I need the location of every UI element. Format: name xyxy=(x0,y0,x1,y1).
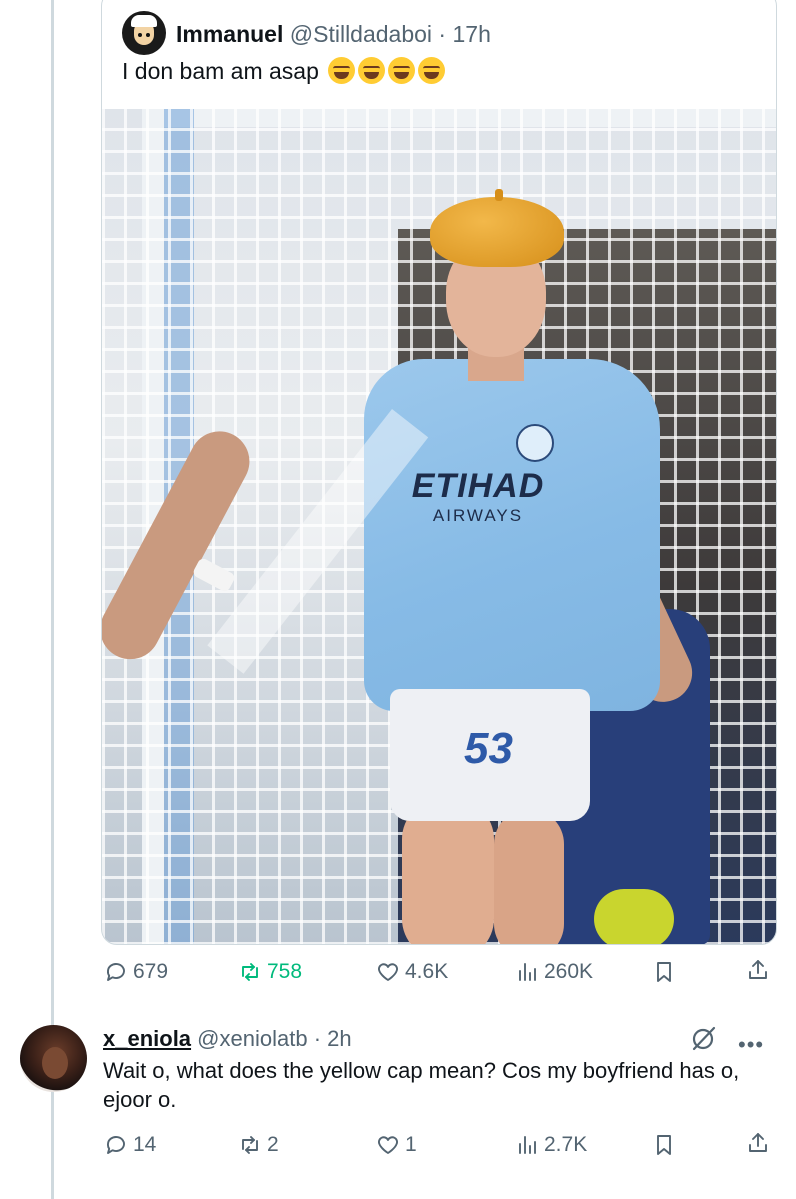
bar-chart-icon xyxy=(519,963,536,981)
quoted-tweet-card[interactable]: Immanuel @Stilldadaboi · 17h I don bam a… xyxy=(101,0,777,945)
heart-icon xyxy=(378,1136,398,1154)
tweet-time[interactable]: 17h xyxy=(453,21,491,47)
heart-icon xyxy=(378,963,398,981)
views-button[interactable]: 2.7K xyxy=(515,1133,587,1157)
reply-button[interactable]: 14 xyxy=(104,1133,156,1157)
reply-author-name[interactable]: x_eniola xyxy=(103,1026,191,1051)
bookmark-button[interactable] xyxy=(652,1133,681,1157)
yellow-beret xyxy=(430,197,564,267)
player-figure: ETIHAD AIRWAYS 53 xyxy=(102,109,776,944)
speech-bubble-icon xyxy=(107,1136,125,1154)
crying-emoji-icon xyxy=(418,57,446,84)
speech-bubble-icon xyxy=(107,963,125,981)
tweet-text: I don bam am asap xyxy=(122,58,319,84)
bookmark-button[interactable] xyxy=(652,960,681,984)
views-count: 260K xyxy=(544,960,594,983)
meta-separator: · xyxy=(432,21,453,47)
player-jersey xyxy=(364,359,660,711)
meta-separator: · xyxy=(307,1026,328,1051)
like-button[interactable]: 4.6K xyxy=(376,960,448,984)
reply-author-avatar[interactable] xyxy=(20,1025,87,1092)
quoted-tweet-header: Immanuel @Stilldadaboi · 17h xyxy=(176,21,491,48)
beret-nub xyxy=(495,189,503,201)
goalkeeper-glove xyxy=(594,889,674,944)
jersey-sponsor: ETIHAD AIRWAYS xyxy=(398,467,558,526)
like-button[interactable]: 1 xyxy=(376,1133,417,1157)
bar-chart-icon xyxy=(519,1136,536,1154)
shorts-number: 53 xyxy=(464,724,513,773)
joy-emoji-icon xyxy=(358,57,386,84)
avatar-hat xyxy=(131,15,157,27)
avatar-face xyxy=(42,1047,68,1079)
reply-time[interactable]: 2h xyxy=(327,1026,351,1051)
reply-count: 14 xyxy=(133,1133,157,1156)
views-button[interactable]: 260K xyxy=(515,960,593,984)
author-handle[interactable]: @Stilldadaboi xyxy=(290,21,432,47)
retweet-icon xyxy=(242,1136,258,1154)
avatar-eye xyxy=(138,33,142,37)
more-icon[interactable]: ••• xyxy=(738,1032,764,1058)
author-avatar[interactable] xyxy=(122,11,166,55)
views-count: 2.7K xyxy=(544,1133,588,1156)
retweet-icon xyxy=(242,963,258,981)
sponsor-name: ETIHAD xyxy=(411,467,545,505)
retweet-button[interactable]: 758 xyxy=(238,960,302,984)
like-count: 4.6K xyxy=(405,960,449,983)
share-button[interactable] xyxy=(746,1131,775,1155)
bookmark-icon xyxy=(657,1135,671,1155)
reply-button[interactable]: 679 xyxy=(104,960,168,984)
bookmark-icon xyxy=(657,962,671,982)
club-crest-icon xyxy=(516,424,554,462)
avatar-eye xyxy=(146,33,150,37)
share-icon xyxy=(749,1133,767,1152)
crying-emoji-icon xyxy=(388,57,416,84)
reply-text: Wait o, what does the yellow cap mean? C… xyxy=(103,1058,740,1112)
quoted-tweet-text: I don bam am asap xyxy=(122,57,446,85)
share-button[interactable] xyxy=(746,958,775,982)
reply-count: 679 xyxy=(133,960,169,983)
player-leg xyxy=(494,809,564,944)
share-icon xyxy=(749,960,767,979)
reply-header: x_eniola @xeniolatb · 2h xyxy=(103,1026,352,1052)
tweet-photo[interactable]: ETIHAD AIRWAYS 53 xyxy=(102,109,776,944)
retweet-count: 2 xyxy=(267,1133,279,1156)
retweet-button[interactable]: 2 xyxy=(238,1133,279,1157)
retweet-count: 758 xyxy=(267,960,303,983)
player-wristband xyxy=(191,556,237,594)
joy-emoji-icon xyxy=(328,57,356,84)
thread-line xyxy=(51,0,54,1199)
like-count: 1 xyxy=(405,1133,417,1156)
sponsor-sub: AIRWAYS xyxy=(432,506,524,525)
grok-icon[interactable] xyxy=(690,1024,718,1052)
author-name[interactable]: Immanuel xyxy=(176,21,283,47)
reply-author-handle[interactable]: @xeniolatb xyxy=(197,1026,307,1051)
